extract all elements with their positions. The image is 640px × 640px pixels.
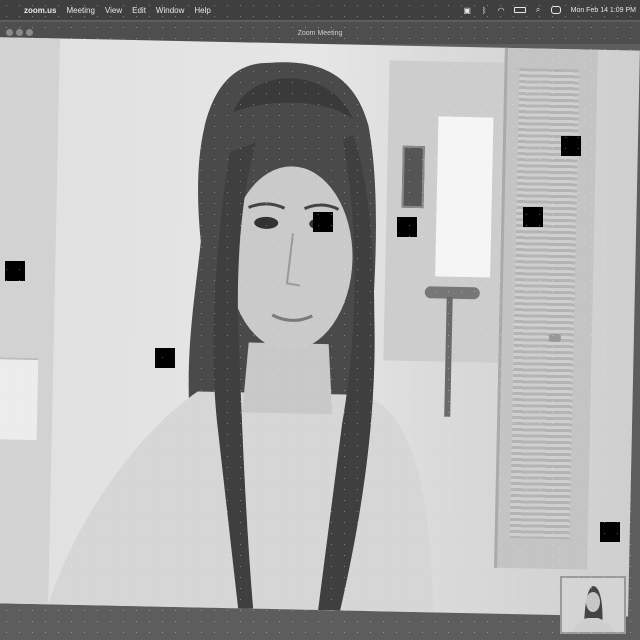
redaction-block — [397, 217, 417, 237]
close-window-button[interactable] — [6, 29, 13, 36]
menu-view[interactable]: View — [105, 6, 122, 15]
redaction-block — [5, 261, 25, 281]
redaction-block — [600, 522, 620, 542]
self-view-video — [562, 578, 624, 632]
zoom-status-icon[interactable]: ▣ — [463, 6, 472, 15]
macos-menu-bar: zoom.us Meeting View Edit Window Help ▣ … — [0, 0, 640, 20]
control-center-icon[interactable] — [550, 6, 561, 14]
redaction-block — [523, 207, 543, 227]
menu-bar-clock[interactable]: Mon Feb 14 1:09 PM — [571, 7, 636, 14]
bluetooth-icon[interactable]: ᛒ — [480, 6, 489, 15]
redaction-block — [313, 212, 333, 232]
search-icon[interactable]: ⌕ — [534, 5, 543, 15]
wifi-icon[interactable]: ◠ — [497, 6, 506, 15]
menu-help[interactable]: Help — [194, 6, 210, 15]
person-figure — [48, 62, 434, 613]
zoom-window-button[interactable] — [26, 29, 33, 36]
redaction-block — [155, 348, 175, 368]
self-view-thumbnail[interactable] — [560, 576, 626, 634]
menu-edit[interactable]: Edit — [132, 6, 146, 15]
window-title: Zoom Meeting — [297, 29, 343, 37]
participant-video[interactable] — [0, 37, 640, 617]
redaction-block — [561, 136, 581, 156]
minimize-window-button[interactable] — [16, 29, 23, 36]
battery-icon[interactable] — [513, 7, 526, 13]
menu-app-zoom[interactable]: zoom.us — [24, 6, 56, 15]
video-area — [0, 37, 640, 621]
menu-window[interactable]: Window — [156, 6, 184, 15]
window-controls — [6, 29, 36, 36]
menu-bar-status-area: ▣ ᛒ ◠ ⌕ Mon Feb 14 1:09 PM — [455, 0, 636, 20]
menu-meeting[interactable]: Meeting — [66, 6, 94, 15]
